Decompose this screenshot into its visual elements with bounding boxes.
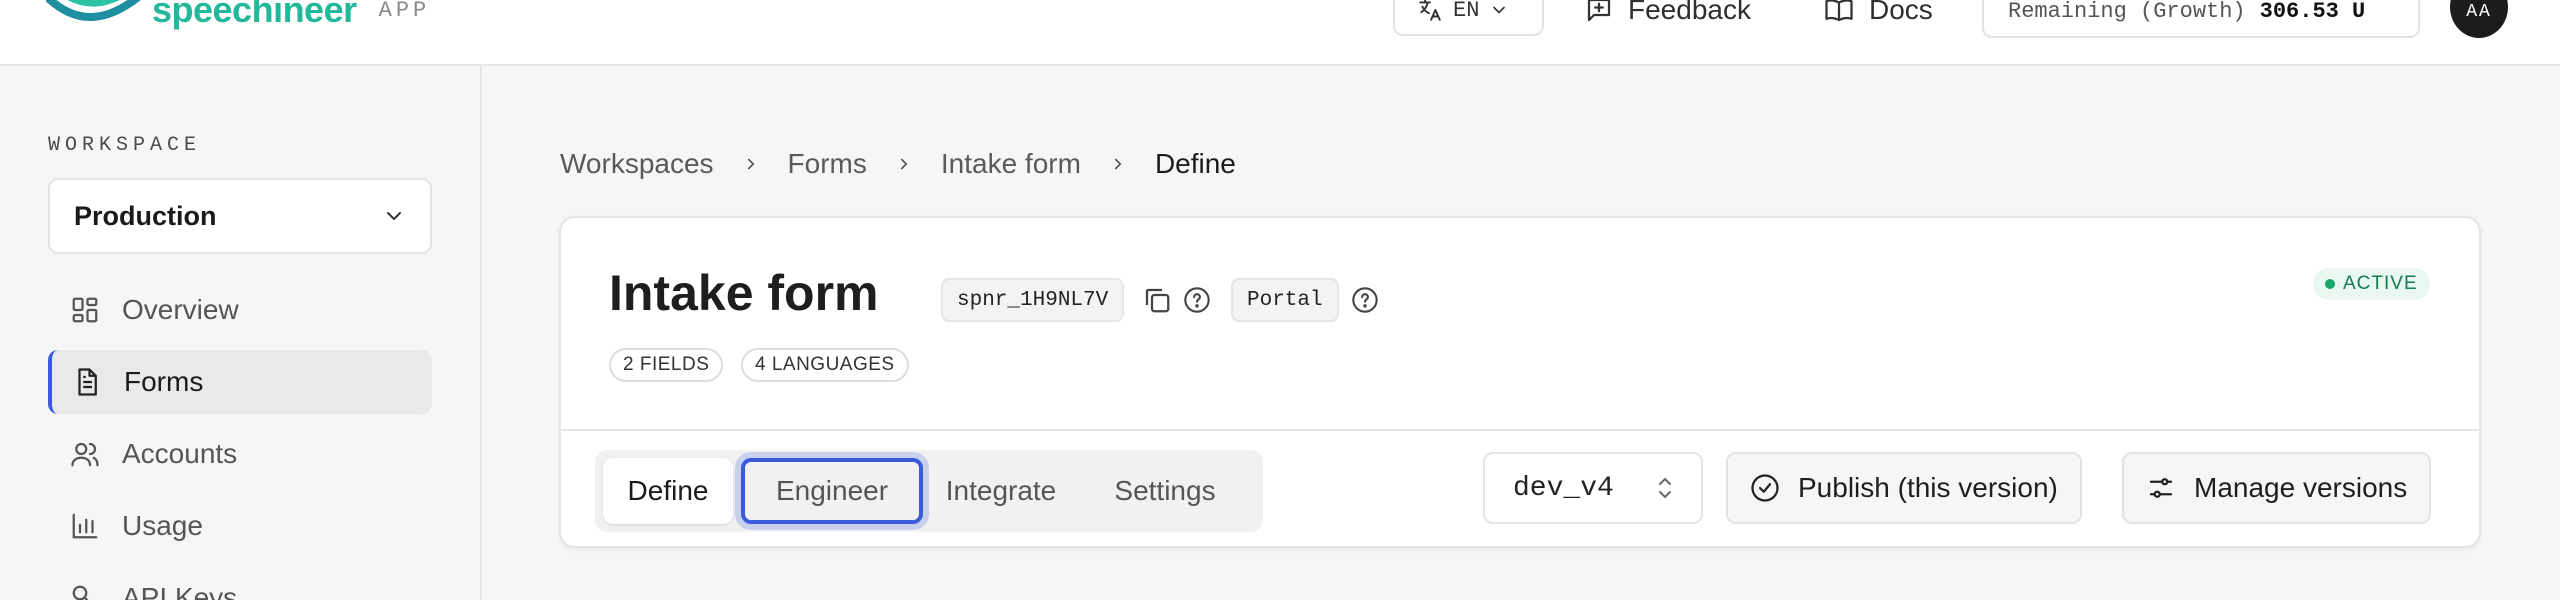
manage-versions-button[interactable]: Manage versions xyxy=(2122,452,2432,524)
manage-versions-label: Manage versions xyxy=(2194,472,2408,503)
sidebar-item-label: Accounts xyxy=(122,438,238,469)
status-label: ACTIVE xyxy=(2343,273,2418,294)
portal-chip: Portal xyxy=(1231,278,1339,322)
language-value: EN xyxy=(1453,0,1480,23)
sidebar-item-overview[interactable]: Overview xyxy=(48,278,432,342)
workspace-value: Production xyxy=(74,200,217,231)
remaining-label: Remaining (Growth) xyxy=(2008,0,2246,24)
feedback-label: Feedback xyxy=(1628,0,1751,25)
docs-link[interactable]: Docs xyxy=(1823,0,1933,36)
help-circle-icon xyxy=(1352,287,1378,313)
chevron-right-icon xyxy=(895,155,913,173)
tab-bar: Define Engineer Integrate Settings xyxy=(595,450,1263,532)
version-value: dev_v4 xyxy=(1513,472,1614,504)
translate-icon xyxy=(1419,0,1441,21)
id-help-button[interactable] xyxy=(1181,284,1213,316)
book-icon xyxy=(1825,0,1853,22)
avatar[interactable]: AA xyxy=(2450,0,2508,38)
sidebar-item-usage[interactable]: Usage xyxy=(48,494,432,558)
breadcrumb: Workspaces Forms Intake form Define xyxy=(560,148,1236,180)
users-icon xyxy=(71,442,99,467)
logo[interactable]: speechineer APP xyxy=(46,0,430,30)
tab-integrate[interactable]: Integrate xyxy=(931,458,1071,524)
status-badge: ACTIVE xyxy=(2313,268,2430,300)
help-circle-icon xyxy=(1184,287,1210,313)
breadcrumb-workspaces[interactable]: Workspaces xyxy=(560,148,714,180)
feedback-icon xyxy=(1587,0,1611,22)
tab-engineer[interactable]: Engineer xyxy=(741,458,923,524)
copy-icon xyxy=(1145,288,1170,313)
sliders-icon xyxy=(2149,478,2173,498)
workspace-label: WORKSPACE xyxy=(48,134,202,157)
chevron-right-icon xyxy=(742,155,760,173)
language-select[interactable]: EN xyxy=(1393,0,1544,36)
remaining-credits: Remaining (Growth) 306.53 U xyxy=(1982,0,2420,38)
sidebar-item-api-keys[interactable]: API Keys xyxy=(48,566,432,600)
layout-grid-icon xyxy=(72,297,98,323)
tab-define[interactable]: Define xyxy=(603,458,733,524)
workspace-select[interactable]: Production xyxy=(48,178,432,254)
languages-count-badge: 4 LANGUAGES xyxy=(741,348,909,382)
feedback-link[interactable]: Feedback xyxy=(1584,0,1751,36)
chevron-up-down-icon xyxy=(1659,477,1671,499)
docs-label: Docs xyxy=(1869,0,1933,25)
fields-count-badge: 2 FIELDS xyxy=(609,348,724,382)
check-circle-icon xyxy=(1751,474,1779,502)
card-divider xyxy=(561,429,2479,431)
version-select[interactable]: dev_v4 xyxy=(1483,452,1703,524)
logo-text: speechineer xyxy=(152,0,357,30)
breadcrumb-intake-form[interactable]: Intake form xyxy=(941,148,1081,180)
copy-id-button[interactable] xyxy=(1139,282,1175,318)
sidebar-item-label: API Keys xyxy=(122,582,238,600)
portal-help-button[interactable] xyxy=(1349,284,1381,316)
status-dot-icon xyxy=(2325,279,2335,289)
key-icon xyxy=(72,585,89,600)
sidebar: WORKSPACE Production Overview Forms Acco… xyxy=(0,66,482,600)
remaining-value: 306.53 U xyxy=(2259,0,2366,24)
publish-button[interactable]: Publish (this version) xyxy=(1726,452,2082,524)
document-icon xyxy=(78,368,97,396)
breadcrumb-current: Define xyxy=(1154,148,1236,179)
breadcrumb-forms[interactable]: Forms xyxy=(788,148,867,180)
sidebar-item-forms[interactable]: Forms xyxy=(48,350,432,414)
bar-chart-icon xyxy=(72,513,98,539)
form-id-chip: spnr_1H9NL7V xyxy=(941,278,1125,322)
sidebar-item-label: Forms xyxy=(124,366,204,397)
tab-settings[interactable]: Settings xyxy=(1085,458,1245,524)
top-bar: speechineer APP EN Feedback Docs Remaini… xyxy=(0,0,2560,66)
sidebar-item-accounts[interactable]: Accounts xyxy=(48,422,432,486)
logo-wave-icon xyxy=(46,0,141,21)
page-title: Intake form xyxy=(609,265,879,321)
logo-subtitle: APP xyxy=(378,0,431,23)
publish-label: Publish (this version) xyxy=(1798,472,2058,503)
chevron-down-icon xyxy=(387,212,401,221)
sidebar-item-label: Overview xyxy=(122,294,239,325)
chevron-down-icon xyxy=(1493,6,1506,14)
form-card: Intake form spnr_1H9NL7V Portal ACTIVE 2… xyxy=(559,216,2481,548)
sidebar-item-label: Usage xyxy=(122,510,203,541)
chevron-right-icon xyxy=(1109,155,1127,173)
